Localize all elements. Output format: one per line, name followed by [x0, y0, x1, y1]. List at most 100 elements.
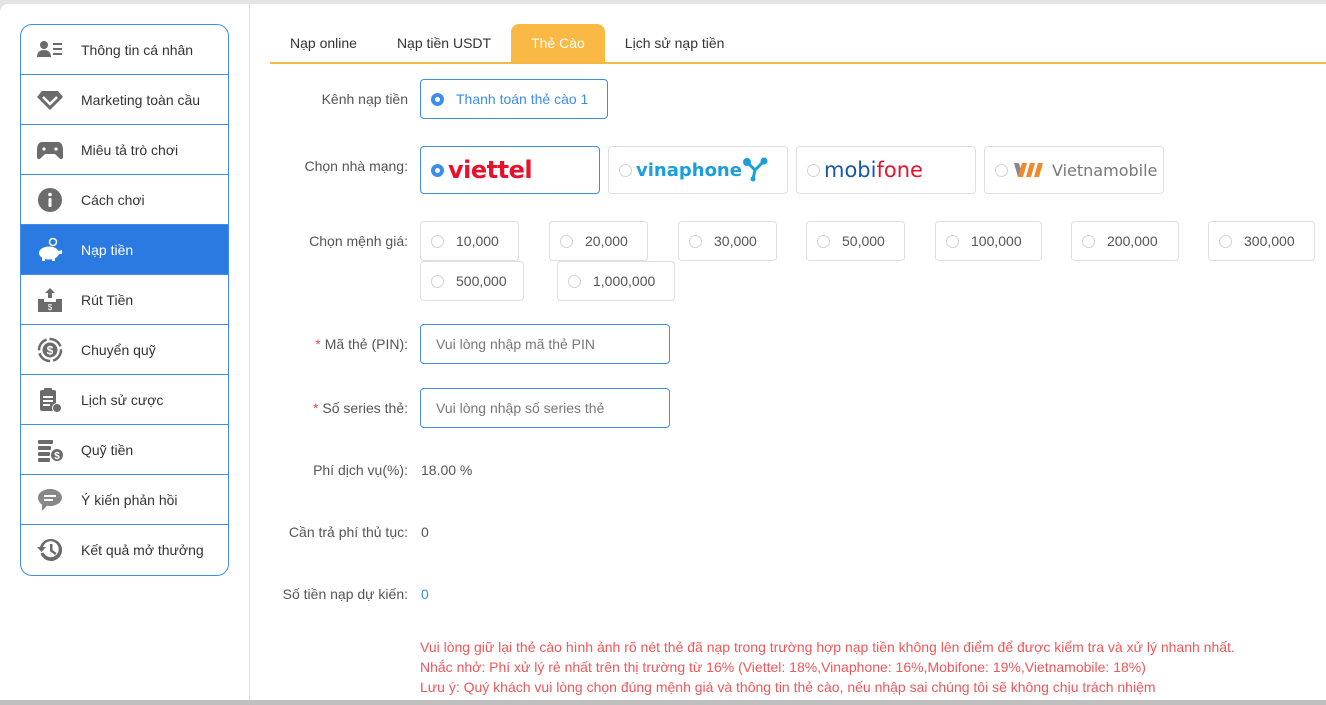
sidebar-item-feedback[interactable]: Ý kiến phản hồi — [21, 475, 228, 525]
radio-unchecked-icon — [689, 234, 702, 248]
vietnamobile-logo: Vietnamobile — [1014, 161, 1157, 180]
gamepad-icon — [36, 136, 64, 164]
sidebar-item-global-marketing[interactable]: Marketing toàn cầu — [21, 75, 228, 125]
denomination-value: 20,000 — [585, 233, 628, 249]
expected-amount-value: 0 — [421, 586, 429, 602]
coins-stack-icon: $ — [36, 436, 64, 464]
sidebar-item-how-to-play[interactable]: Cách chơi — [21, 175, 228, 225]
sidebar-item-deposit[interactable]: Nạp tiền — [21, 225, 228, 275]
service-fee-label: Phí dịch vụ(%): — [313, 462, 408, 478]
radio-unchecked-icon — [817, 234, 830, 248]
radio-unchecked-icon — [619, 163, 632, 177]
denomination-value: 100,000 — [971, 233, 1022, 249]
radio-unchecked-icon — [431, 274, 444, 288]
pin-label-text: Mã thẻ (PIN): — [324, 336, 408, 352]
denomination-option-50000[interactable]: 50,000 — [806, 221, 905, 261]
radio-unchecked-icon — [431, 234, 444, 248]
serial-label-text: Số series thẻ: — [322, 400, 408, 416]
horizontal-scrollbar[interactable] — [0, 700, 1326, 705]
denomination-value: 30,000 — [714, 233, 757, 249]
channel-option-label: Thanh toán thẻ cào 1 — [456, 91, 589, 107]
denomination-option-200000[interactable]: 200,000 — [1071, 221, 1179, 261]
sidebar-menu: Thông tin cá nhân Marketing toàn cầu Miê… — [20, 24, 229, 576]
tab-scratch-card[interactable]: Thẻ Cào — [511, 24, 605, 62]
sidebar-item-label: Rút Tiền — [81, 291, 134, 308]
sidebar-item-withdraw[interactable]: $ Rút Tiền — [21, 275, 228, 325]
serial-input[interactable] — [420, 388, 670, 428]
required-asterisk: * — [312, 400, 319, 416]
tab-deposit-history[interactable]: Lịch sử nạp tiền — [605, 24, 745, 62]
vietnamobile-logo-mark — [1014, 163, 1043, 177]
radio-checked-icon — [431, 92, 444, 106]
radio-unchecked-icon — [995, 163, 1008, 177]
denomination-value: 10,000 — [456, 233, 499, 249]
carrier-option-viettel[interactable]: viettel — [420, 146, 600, 194]
vietnamobile-logo-text: Vietnamobile — [1052, 160, 1158, 180]
note-line: Lưu ý: Quý khách vui lòng chọn đúng mệnh… — [420, 679, 1156, 695]
denomination-option-500000[interactable]: 500,000 — [420, 261, 524, 301]
radio-unchecked-icon — [560, 234, 573, 248]
note-line: Vui lòng giữ lại thẻ cào hình ảnh rõ nét… — [420, 639, 1235, 655]
pin-input[interactable] — [420, 324, 670, 364]
carrier-option-vinaphone[interactable]: vinaphone — [608, 146, 788, 194]
denomination-option-300000[interactable]: 300,000 — [1208, 221, 1315, 261]
carrier-option-vietnamobile[interactable]: Vietnamobile — [984, 146, 1164, 194]
sidebar-item-bet-history[interactable]: Lịch sử cược — [21, 375, 228, 425]
denomination-value: 200,000 — [1107, 233, 1158, 249]
note-line: Nhắc nhở: Phí xử lý rẻ nhất trên thị trư… — [420, 659, 1146, 675]
radio-unchecked-icon — [946, 234, 959, 248]
sidebar-divider — [249, 4, 250, 700]
procedure-fee-label: Cần trả phí thủ tục: — [288, 524, 408, 540]
svg-text:$: $ — [54, 451, 60, 462]
sidebar-item-label: Lịch sử cược — [81, 391, 164, 408]
sidebar-item-label: Chuyển quỹ — [81, 341, 156, 358]
required-asterisk: * — [315, 336, 321, 352]
svg-text:$: $ — [47, 343, 54, 357]
sidebar-item-label: Miêu tả trò chơi — [81, 141, 179, 158]
denomination-label: Chọn mệnh giá: — [309, 233, 408, 249]
clipboard-money-icon — [36, 386, 64, 414]
radio-unchecked-icon — [1219, 234, 1232, 248]
vinaphone-logo-text: vinaphone — [636, 159, 742, 181]
radio-unchecked-icon — [568, 274, 581, 288]
withdraw-icon: $ — [36, 286, 64, 314]
radio-checked-icon — [431, 163, 444, 177]
service-fee-value: 18.00 % — [421, 462, 473, 478]
mobifone-logo-blue: mobi — [824, 158, 877, 182]
sidebar-item-label: Quỹ tiền — [81, 441, 134, 458]
pin-label: * Mã thẻ (PIN): — [315, 336, 408, 352]
warning-notes: Vui lòng giữ lại thẻ cào hình ảnh rõ nét… — [420, 637, 1235, 697]
sidebar-item-game-description[interactable]: Miêu tả trò chơi — [21, 125, 228, 175]
channel-label: Kênh nạp tiền — [321, 91, 408, 107]
denomination-value: 300,000 — [1244, 233, 1295, 249]
sidebar-item-personal-info[interactable]: Thông tin cá nhân — [21, 25, 228, 75]
money-transfer-icon: $ — [36, 336, 64, 364]
sidebar-item-fund[interactable]: $ Quỹ tiền — [21, 425, 228, 475]
sidebar-item-label: Ý kiến phản hồi — [81, 491, 178, 508]
history-clock-icon — [36, 536, 64, 564]
carrier-option-mobifone[interactable]: mobifone — [796, 146, 976, 194]
chat-bubble-icon — [36, 486, 64, 514]
vinaphone-logo: vinaphone — [636, 157, 768, 183]
mobifone-logo-red: fone — [876, 158, 923, 182]
denomination-option-10000[interactable]: 10,000 — [420, 221, 519, 261]
viettel-logo: viettel — [448, 156, 533, 184]
piggy-bank-icon — [36, 236, 64, 264]
sidebar-item-fund-transfer[interactable]: $ Chuyển quỹ — [21, 325, 228, 375]
svg-text:$: $ — [48, 303, 53, 312]
deposit-tabs: Nạp online Nạp tiền USDT Thẻ Cào Lịch sử… — [270, 24, 1326, 64]
sidebar-item-draw-results[interactable]: Kết quả mở thưởng — [21, 525, 228, 575]
channel-option-card-payment-1[interactable]: Thanh toán thẻ cào 1 — [420, 79, 608, 119]
denomination-option-20000[interactable]: 20,000 — [549, 221, 648, 261]
diamond-icon — [36, 86, 64, 114]
profile-card-icon — [36, 36, 64, 64]
tab-usdt-deposit[interactable]: Nạp tiền USDT — [377, 24, 511, 62]
denomination-option-1000000[interactable]: 1,000,000 — [557, 261, 675, 301]
denomination-value: 500,000 — [456, 273, 507, 289]
sidebar-item-label: Thông tin cá nhân — [81, 41, 194, 58]
sidebar-item-label: Nạp tiền — [81, 241, 134, 258]
sidebar-item-label: Kết quả mở thưởng — [81, 542, 204, 558]
tab-online-deposit[interactable]: Nạp online — [270, 24, 377, 62]
denomination-option-100000[interactable]: 100,000 — [935, 221, 1042, 261]
denomination-option-30000[interactable]: 30,000 — [678, 221, 777, 261]
